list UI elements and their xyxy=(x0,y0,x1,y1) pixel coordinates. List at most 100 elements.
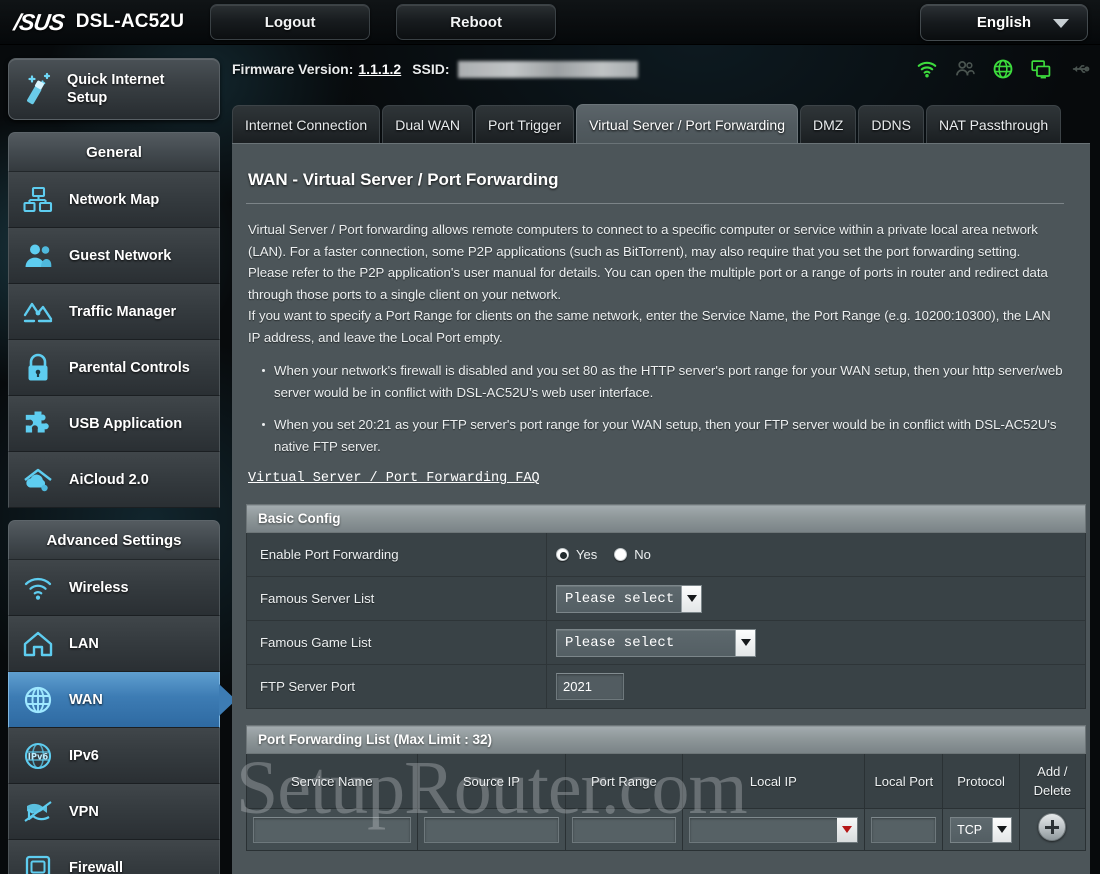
description-paragraph-2: If you want to specify a Port Range for … xyxy=(248,308,1051,345)
sidebar-label: Parental Controls xyxy=(69,359,190,376)
sidebar-group-advanced: Advanced Settings Wireless LAN WAN IPv6 … xyxy=(8,520,236,874)
table-header-row: Service Name Source IP Port Range Local … xyxy=(246,753,1087,809)
enable-port-forwarding-value: Yes No xyxy=(546,532,1086,577)
table-row: Famous Server List Please select xyxy=(246,576,1086,621)
ftp-server-port-input[interactable] xyxy=(556,673,624,700)
quick-internet-setup-button[interactable]: Quick Internet Setup xyxy=(8,58,220,120)
protocol-select[interactable]: TCP xyxy=(950,816,1013,843)
cell-port-range xyxy=(565,808,683,851)
cell-source-ip xyxy=(416,808,567,851)
status-icon-tray xyxy=(916,58,1090,80)
firmware-version-value[interactable]: 1.1.1.2 xyxy=(358,61,401,77)
tab-ddns[interactable]: DDNS xyxy=(858,105,924,144)
radio-no[interactable] xyxy=(614,548,628,561)
enable-port-forwarding-label: Enable Port Forwarding xyxy=(246,532,547,577)
chevron-down-icon xyxy=(1053,19,1069,28)
router-model-name: DSL-AC52U xyxy=(75,11,185,32)
col-protocol: Protocol xyxy=(942,753,1020,809)
port-range-input[interactable] xyxy=(572,816,676,843)
magic-wand-icon xyxy=(27,72,51,105)
sidebar-group-header-advanced: Advanced Settings xyxy=(8,520,220,560)
famous-server-list-label: Famous Server List xyxy=(246,576,547,621)
tab-port-trigger[interactable]: Port Trigger xyxy=(475,105,575,144)
famous-game-list-select[interactable]: Please select xyxy=(556,628,756,657)
chevron-down-icon xyxy=(992,817,1012,842)
note-item: When you set 20:21 as your FTP server's … xyxy=(262,414,1064,457)
chevron-down-icon xyxy=(681,585,701,612)
description-paragraph-1: Virtual Server / Port forwarding allows … xyxy=(248,222,1048,302)
sidebar-item-parental-controls[interactable]: Parental Controls xyxy=(8,340,220,396)
home-icon xyxy=(23,631,53,656)
radio-yes[interactable] xyxy=(556,548,569,561)
tab-dual-wan[interactable]: Dual WAN xyxy=(382,105,474,144)
famous-game-list-value: Please select xyxy=(546,620,1086,665)
wan-tab-bar: Internet Connection Dual WAN Port Trigge… xyxy=(232,104,1100,144)
sidebar-item-wireless[interactable]: Wireless xyxy=(8,560,220,616)
table-row: Enable Port Forwarding Yes No xyxy=(246,532,1086,577)
famous-game-list-label: Famous Game List xyxy=(246,620,547,665)
notes-list: When your network's firewall is disabled… xyxy=(246,360,1064,457)
source-ip-input[interactable] xyxy=(423,816,560,843)
sidebar-label: Guest Network xyxy=(69,247,172,264)
sidebar-label: Firewall xyxy=(69,859,123,874)
faq-link[interactable]: Virtual Server / Port Forwarding FAQ xyxy=(248,471,540,486)
sidebar-label: VPN xyxy=(69,803,99,820)
sidebar-item-traffic-manager[interactable]: Traffic Manager xyxy=(8,284,220,340)
language-selector[interactable]: English xyxy=(920,4,1088,41)
firewall-icon xyxy=(25,855,51,874)
tab-dmz[interactable]: DMZ xyxy=(800,105,857,144)
internet-globe-icon[interactable] xyxy=(992,58,1014,80)
firmware-version-label: Firmware Version: xyxy=(232,61,354,77)
tab-internet-connection[interactable]: Internet Connection xyxy=(232,105,381,144)
cell-local-ip xyxy=(681,808,866,851)
tab-virtual-server-port-forwarding[interactable]: Virtual Server / Port Forwarding xyxy=(576,104,798,144)
language-label: English xyxy=(976,14,1032,31)
title-divider xyxy=(246,203,1064,204)
clients-icon[interactable] xyxy=(954,58,976,80)
famous-server-list-select[interactable]: Please select xyxy=(556,584,702,613)
col-add-delete: Add / Delete xyxy=(1018,753,1087,809)
sidebar-label: USB Application xyxy=(69,415,183,432)
local-ip-input[interactable] xyxy=(688,816,859,843)
basic-config-table: Basic Config Enable Port Forwarding Yes … xyxy=(246,504,1086,709)
service-name-input[interactable] xyxy=(253,816,411,843)
content-panel: WAN - Virtual Server / Port Forwarding V… xyxy=(232,143,1090,874)
cell-add-delete xyxy=(1018,808,1087,851)
router-admin-page: /SUS DSL-AC52U Logout Reboot English Fir… xyxy=(0,0,1100,874)
reboot-button[interactable]: Reboot xyxy=(396,4,557,40)
sidebar-label: LAN xyxy=(69,635,99,652)
wifi-icon[interactable] xyxy=(916,58,938,80)
ssid-value-redacted xyxy=(457,60,638,78)
sidebar-label: IPv6 xyxy=(69,747,99,764)
sidebar-item-firewall[interactable]: Firewall xyxy=(8,840,220,874)
sidebar-item-ipv6[interactable]: IPv6 IPv6 xyxy=(8,728,220,784)
add-rule-button[interactable] xyxy=(1038,813,1067,841)
chevron-down-icon xyxy=(735,629,755,656)
local-port-input[interactable] xyxy=(871,816,937,843)
sidebar-item-lan[interactable]: LAN xyxy=(8,616,220,672)
sidebar: Quick Internet Setup General Network Map xyxy=(8,58,236,874)
vpn-icon xyxy=(24,800,52,822)
sidebar-item-guest-network[interactable]: Guest Network xyxy=(8,228,220,284)
table-row: FTP Server Port xyxy=(246,664,1086,709)
table-row: Famous Game List Please select xyxy=(246,620,1086,665)
sidebar-item-network-map[interactable]: Network Map xyxy=(8,172,220,228)
cell-service-name xyxy=(246,808,418,851)
cell-protocol: TCP xyxy=(942,808,1020,851)
tab-nat-passthrough[interactable]: NAT Passthrough xyxy=(926,105,1062,144)
sidebar-item-aicloud[interactable]: AiCloud 2.0 xyxy=(8,452,220,508)
asus-logo: /SUS xyxy=(12,8,66,35)
sidebar-group-header-general: General xyxy=(8,132,220,172)
sidebar-item-wan[interactable]: WAN xyxy=(8,672,236,728)
logout-button[interactable]: Logout xyxy=(210,4,371,40)
globe-icon xyxy=(24,686,52,713)
lan-monitor-icon[interactable] xyxy=(1030,58,1052,80)
page-title: WAN - Virtual Server / Port Forwarding xyxy=(248,170,559,189)
local-ip-dropdown-icon[interactable] xyxy=(837,817,858,842)
col-port-range: Port Range xyxy=(565,753,683,809)
cloud-icon xyxy=(24,468,52,491)
usb-icon[interactable] xyxy=(1068,58,1090,80)
sidebar-item-vpn[interactable]: VPN xyxy=(8,784,220,840)
sidebar-item-usb-application[interactable]: USB Application xyxy=(8,396,220,452)
sidebar-group-general: General Network Map Guest Network Traffi… xyxy=(8,132,222,508)
